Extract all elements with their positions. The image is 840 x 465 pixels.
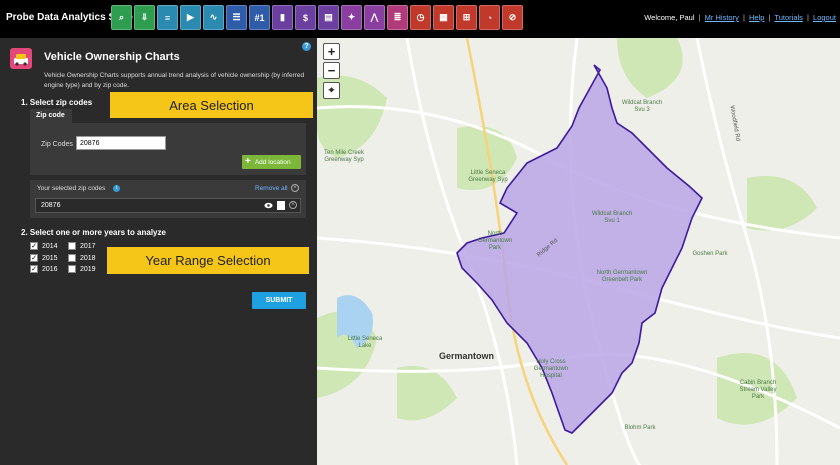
map-label: Holy Cross Germantown Hospital	[533, 359, 569, 379]
vehicle-tool-icon[interactable]: ▦	[433, 5, 454, 30]
tool-panel: Vehicle Ownership Charts ? Vehicle Owner…	[0, 38, 317, 465]
zip-entry-box: Zip Codes + Add location	[30, 123, 306, 175]
year-checkbox[interactable]: 2017	[68, 242, 96, 250]
road-tool-icon[interactable]: ≡	[157, 5, 178, 30]
year-label: 2019	[80, 265, 96, 273]
selected-zip-value: 20876	[41, 202, 61, 209]
network-tool-icon[interactable]: ⋀	[364, 5, 385, 30]
logout-link[interactable]: Logout	[813, 13, 836, 22]
nav-separator: |	[742, 13, 745, 22]
trend-tool-icon[interactable]: ∿	[203, 5, 224, 30]
doc-tool-icon[interactable]: ≣	[387, 5, 408, 30]
year-label: 2018	[80, 254, 96, 262]
year-label: 2015	[42, 254, 58, 262]
map-label: Ten Mile Creek Greenway Syp	[323, 150, 364, 163]
map-tool-icon[interactable]: ✦	[341, 5, 362, 30]
play-tool-icon[interactable]: ▶	[180, 5, 201, 30]
year-checkbox[interactable]: ✓ 2014	[30, 242, 58, 250]
map-label: North Germantown Park	[477, 231, 513, 251]
checkbox-box[interactable]	[68, 265, 76, 273]
welcome-text: Welcome, Paul	[644, 13, 695, 22]
map-view[interactable]: + − ⌖ Wildcat Branch Svu 3 Woodfield Rd …	[317, 38, 840, 465]
help-link[interactable]: Help	[749, 13, 764, 22]
my-history-link[interactable]: Mr History	[705, 13, 739, 22]
checkbox-box[interactable]: ✓	[30, 254, 38, 262]
add-location-label: Add location	[254, 158, 291, 166]
zip-codes-input[interactable]	[76, 136, 166, 150]
flag-icon[interactable]	[277, 201, 285, 210]
park-area	[617, 38, 683, 98]
map-label: Goshen Park	[692, 251, 728, 257]
report-tool-icon[interactable]: ▤	[318, 5, 339, 30]
tool-launcher-bar: ⌕ ⇓ ≡ ▶ ∿ ☰ #1 ▮ $ ▤ ✦ ⋀ ≣ ◷ ▦ ⊞ ◔ ⊘	[111, 5, 523, 31]
nav-separator: |	[698, 13, 701, 22]
vehicle-ownership-icon	[10, 48, 32, 69]
nav-separator: |	[768, 13, 771, 22]
nav-separator: |	[807, 13, 809, 22]
eye-icon[interactable]	[264, 202, 273, 209]
remove-all-link[interactable]: Remove all	[255, 185, 288, 192]
crosshair-icon: ⌖	[328, 85, 335, 96]
year-label: 2016	[42, 265, 58, 273]
user-nav: Welcome, Paul | Mr History | Help | Tuto…	[644, 13, 836, 22]
tab-zip-code[interactable]: Zip code	[30, 109, 72, 123]
tutorials-link[interactable]: Tutorials	[774, 13, 802, 22]
map-label: Wildcat Branch Svu 3	[621, 100, 663, 113]
year-range-callout: Year Range Selection	[107, 247, 309, 274]
selected-zip-box: Your selected zip codes i Remove all × 2…	[30, 180, 306, 218]
checkbox-box[interactable]	[68, 254, 76, 262]
download-tool-icon[interactable]: ⇓	[134, 5, 155, 30]
year-label: 2017	[80, 242, 96, 250]
panel-title: Vehicle Ownership Charts	[44, 51, 180, 63]
locate-me-button[interactable]: ⌖	[323, 82, 340, 99]
town-label: Germantown	[439, 351, 495, 361]
add-location-button[interactable]: + Add location	[242, 155, 301, 169]
checkbox-box[interactable]	[68, 242, 76, 250]
map-label: North Germantown Greenbelt Park	[596, 270, 648, 283]
grid-tool-icon[interactable]: ⊞	[456, 5, 477, 30]
map-label: Wildcat Branch Svu 1	[591, 211, 633, 224]
zoom-in-button[interactable]: +	[323, 43, 340, 60]
selected-zip-row: 20876 ×	[35, 198, 301, 213]
year-checkbox[interactable]: 2018	[68, 254, 96, 262]
checkbox-box[interactable]: ✓	[30, 265, 38, 273]
speed-tool-icon[interactable]: ⊘	[502, 5, 523, 30]
zip-codes-label: Zip Codes	[41, 141, 73, 148]
section-select-zip: 1. Select zip codes	[21, 98, 93, 107]
year-checkbox[interactable]: ✓ 2015	[30, 254, 58, 262]
park-area	[747, 176, 817, 231]
map-label: Little Seneca Greenway Syp	[468, 170, 508, 183]
zoom-out-button[interactable]: −	[323, 62, 340, 79]
park-area	[397, 366, 457, 421]
checkbox-box[interactable]: ✓	[30, 242, 38, 250]
map-label: Blohm Park	[624, 425, 656, 431]
map-label: Little Seneca Lake	[347, 336, 383, 349]
help-icon[interactable]: ?	[302, 42, 311, 51]
submit-button[interactable]: SUBMIT	[252, 292, 306, 309]
plus-icon: +	[245, 156, 251, 167]
top-bar: Probe Data Analytics Suite ⌕ ⇓ ≡ ▶ ∿ ☰ #1 ▮ $ ▤ ✦ ⋀…	[0, 0, 840, 38]
bars-tool-icon[interactable]: ▮	[272, 5, 293, 30]
section-select-years: 2. Select one or more years to analyze	[21, 228, 166, 237]
gauge-tool-icon[interactable]: ◔	[479, 5, 500, 30]
clock-tool-icon[interactable]: ◷	[410, 5, 431, 30]
year-checkbox[interactable]: ✓ 2016	[30, 265, 58, 273]
area-selection-callout: Area Selection	[110, 92, 313, 118]
remove-all-close-icon[interactable]: ×	[291, 184, 299, 192]
selected-zip-label: Your selected zip codes	[37, 185, 106, 192]
remove-zip-close-icon[interactable]: ×	[289, 201, 297, 209]
list-tool-icon[interactable]: ☰	[226, 5, 247, 30]
dollar-tool-icon[interactable]: $	[295, 5, 316, 30]
year-label: 2014	[42, 242, 58, 250]
year-checkbox[interactable]: 2019	[68, 265, 96, 273]
search-tool-icon[interactable]: ⌕	[111, 5, 132, 30]
map-label: Cabin Branch Stream Valley Park	[739, 380, 777, 400]
info-icon[interactable]: i	[113, 185, 120, 192]
panel-description: Vehicle Ownership Charts supports annual…	[44, 72, 305, 89]
rank-tool-icon[interactable]: #1	[249, 5, 270, 30]
